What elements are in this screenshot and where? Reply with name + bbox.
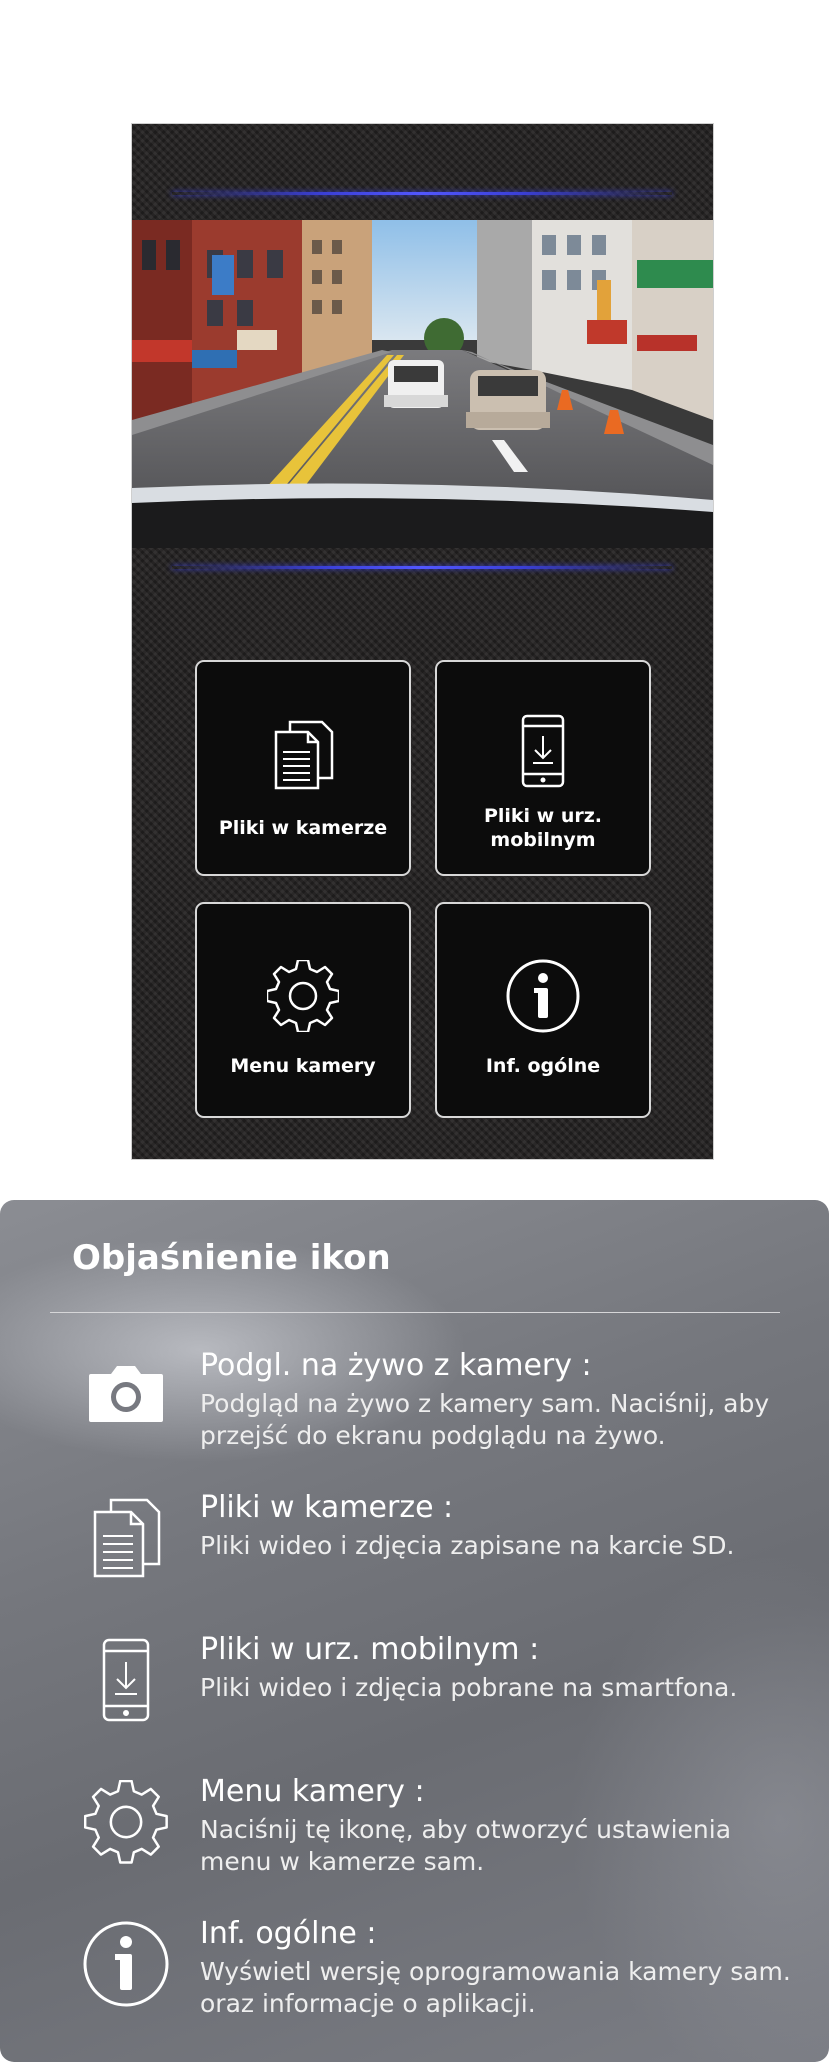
phone-download-icon [437,714,649,788]
legend-item-desc: Naciśnij tę ikonę, aby otworzyć ustawien… [200,1815,732,1876]
info-icon [437,958,649,1034]
info-icon [78,1920,174,2008]
bottom-accent-line [172,566,672,569]
icon-legend-panel: Objaśnienie ikon Podgl. na żywo z kamery… [0,1200,829,2062]
top-accent-line [172,192,672,195]
phone-download-icon [78,1638,174,1722]
live-camera-view[interactable] [132,220,713,548]
app-home-screen: Pliki w kamerze Pliki w urz. mobilnym Me… [131,123,714,1160]
mobile-files-label: Pliki w urz. mobilnym [483,805,603,851]
legend-item-name: Pliki w urz. mobilnym : [200,1632,540,1667]
legend-item-desc: Podgląd na żywo z kamery sam. Naciśnij, … [200,1389,770,1450]
camera-menu-label: Menu kamery [230,1055,376,1077]
legend-item-name: Podgl. na żywo z kamery : [200,1348,592,1383]
legend-item-desc: Pliki wideo i zdjęcia pobrane na smartfo… [200,1673,738,1702]
documents-icon [78,1498,174,1578]
legend-item-desc: Pliki wideo i zdjęcia zapisane na karcie… [200,1531,735,1560]
main-menu-grid: Pliki w kamerze Pliki w urz. mobilnym Me… [195,660,651,1122]
camera-files-button[interactable]: Pliki w kamerze [195,660,411,876]
camera-files-label: Pliki w kamerze [218,817,388,839]
general-info-button[interactable]: Inf. ogólne [435,902,651,1118]
legend-item-desc: Wyświetl wersję oprogramowania kamery sa… [200,1957,791,2018]
camera-menu-button[interactable]: Menu kamery [195,902,411,1118]
legend-divider [50,1312,780,1313]
legend-item-name: Menu kamery : [200,1774,425,1809]
faint-header-watermark [0,36,829,76]
legend-item-name: Pliki w kamerze : [200,1490,454,1525]
mobile-files-button[interactable]: Pliki w urz. mobilnym [435,660,651,876]
legend-title: Objaśnienie ikon [72,1238,391,1278]
camera-icon [78,1362,174,1424]
documents-icon [197,720,409,790]
dashcam-street-image [132,220,713,548]
gear-icon [78,1780,174,1864]
gear-icon [197,960,409,1032]
legend-item-name: Inf. ogólne : [200,1916,377,1951]
general-info-label: Inf. ogólne [485,1055,601,1077]
